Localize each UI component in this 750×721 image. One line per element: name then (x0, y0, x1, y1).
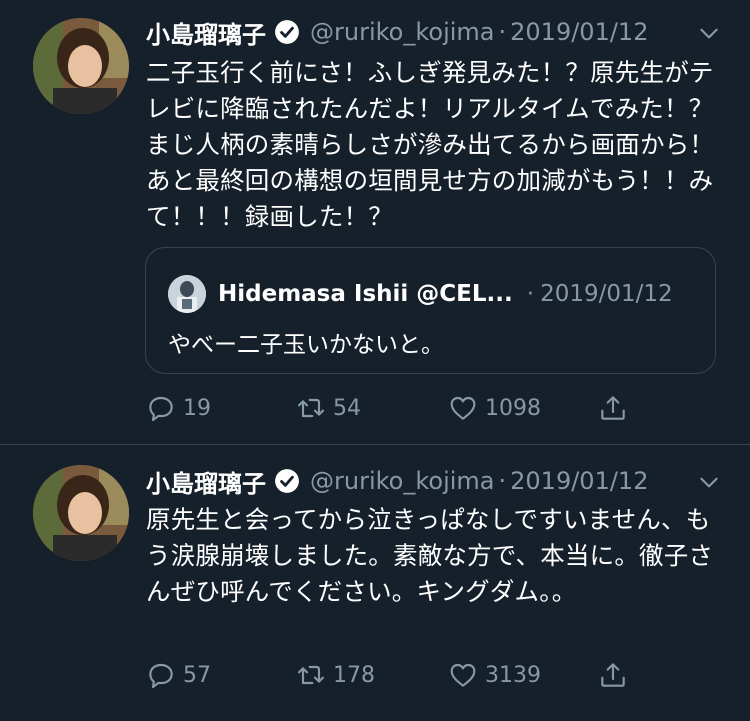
share-button[interactable] (597, 390, 635, 426)
separator: · (498, 467, 507, 495)
retweet-icon (297, 398, 325, 418)
retweet-button[interactable]: 178 (295, 657, 375, 693)
share-button[interactable] (597, 657, 635, 693)
like-count: 3139 (485, 662, 541, 688)
like-button[interactable]: 1098 (447, 390, 541, 426)
quoted-text: やべー二子玉いかないと。 (168, 332, 444, 358)
retweet-count: 178 (333, 662, 375, 688)
quoted-tweet[interactable]: Hidemasa Ishii @CEL... · 2019/01/12 やべー二… (145, 247, 716, 374)
reply-icon (149, 396, 173, 422)
retweet-button[interactable]: 54 (295, 390, 361, 426)
tweet[interactable]: 小島瑠璃子 @ruriko_kojima · 2019/01/12 二子玉行く前… (0, 0, 750, 445)
retweet-icon (297, 665, 325, 685)
reply-icon (149, 663, 173, 689)
like-button[interactable]: 3139 (447, 657, 541, 693)
avatar[interactable] (33, 18, 129, 114)
display-name[interactable]: 小島瑠璃子 (146, 15, 266, 50)
tweet[interactable]: 小島瑠璃子 @ruriko_kojima · 2019/01/12 原先生と会っ… (0, 445, 750, 721)
verified-badge-icon (274, 468, 300, 494)
display-name[interactable]: 小島瑠璃子 (146, 464, 266, 499)
heart-icon (450, 396, 476, 420)
reply-count: 19 (183, 395, 211, 421)
quoted-avatar (168, 275, 206, 313)
share-icon (601, 396, 625, 420)
tweet-actions: 19 54 1098 (145, 390, 645, 426)
reply-button[interactable]: 19 (145, 390, 211, 426)
avatar[interactable] (33, 465, 129, 561)
heart-icon (450, 663, 476, 687)
quoted-author[interactable]: Hidemasa Ishii @CEL... (218, 281, 513, 307)
like-count: 1098 (485, 395, 541, 421)
separator: · (498, 18, 507, 46)
handle[interactable]: @ruriko_kojima (310, 467, 495, 495)
timestamp[interactable]: 2019/01/12 (510, 18, 648, 46)
share-icon (601, 663, 625, 687)
timestamp[interactable]: 2019/01/12 (510, 467, 648, 495)
chevron-down-icon[interactable] (696, 469, 722, 495)
handle[interactable]: @ruriko_kojima (310, 18, 495, 46)
reply-count: 57 (183, 662, 211, 688)
tweet-text: 二子玉行く前にさ！ふしぎ発見みた！？原先生がテレビに降臨されたんだよ！リアルタイ… (146, 58, 715, 231)
tweet-text: 原先生と会ってから泣きっぱなしですいません、もう涙腺崩壊しました。素敵な方で、本… (146, 505, 714, 606)
separator: · (526, 281, 535, 307)
verified-badge-icon (274, 19, 300, 45)
chevron-down-icon[interactable] (696, 20, 722, 46)
tweet-actions: 57 178 3139 (145, 657, 645, 693)
reply-button[interactable]: 57 (145, 657, 211, 693)
retweet-count: 54 (333, 395, 361, 421)
quoted-timestamp[interactable]: 2019/01/12 (540, 281, 673, 307)
